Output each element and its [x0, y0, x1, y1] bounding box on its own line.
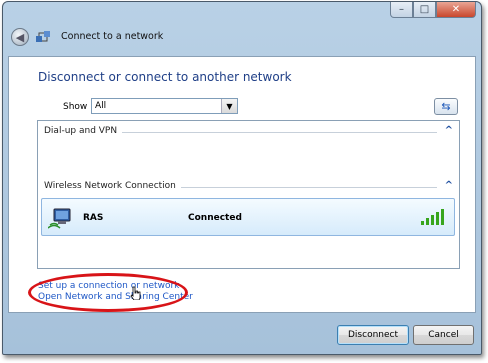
window-controls: – □ ✕: [390, 2, 476, 18]
show-label: Show: [63, 102, 88, 112]
network-row-ras[interactable]: RAS Connected: [41, 198, 455, 236]
group-label: Dial-up and VPN: [44, 126, 123, 136]
minimize-button[interactable]: –: [390, 2, 413, 18]
connect-dialog: – □ ✕ ◀ Connect to a network Disconnect …: [2, 1, 482, 355]
page-heading: Disconnect or connect to another network: [38, 70, 292, 84]
collapse-chevron-icon[interactable]: ^: [445, 125, 453, 136]
group-wireless[interactable]: Wireless Network Connection ^: [38, 180, 459, 194]
collapse-chevron-icon[interactable]: ^: [445, 180, 453, 191]
content-panel: Disconnect or connect to another network…: [8, 56, 476, 313]
close-button[interactable]: ✕: [436, 2, 476, 18]
show-filter-dropdown[interactable]: All ▼: [91, 98, 238, 114]
signal-strength-icon: [421, 209, 444, 225]
maximize-button[interactable]: □: [413, 2, 436, 18]
refresh-arrows-icon: ⇆: [441, 100, 451, 113]
network-name: RAS: [83, 213, 104, 223]
cancel-button[interactable]: Cancel: [413, 325, 474, 345]
group-dialup-vpn[interactable]: Dial-up and VPN ^: [38, 125, 459, 139]
refresh-button[interactable]: ⇆: [434, 98, 458, 115]
connection-status: Connected: [188, 213, 242, 223]
show-filter-value: All: [95, 101, 107, 111]
window-title: Connect to a network: [61, 31, 164, 42]
chevron-down-icon: ▼: [221, 99, 237, 113]
disconnect-button[interactable]: Disconnect: [337, 325, 409, 345]
hand-cursor-icon: [130, 286, 141, 300]
network-globe-icon: [36, 31, 50, 42]
title-bar: – □ ✕ ◀ Connect to a network: [3, 2, 481, 60]
group-label: Wireless Network Connection: [44, 181, 181, 191]
back-button[interactable]: ◀: [11, 28, 29, 46]
highlight-ellipse: [28, 273, 188, 312]
wireless-network-icon: [48, 208, 71, 229]
back-arrow-icon: ◀: [15, 30, 25, 44]
dialog-footer: Disconnect Cancel: [3, 313, 481, 355]
network-list: Dial-up and VPN ^ Wireless Network Conne…: [37, 120, 460, 269]
